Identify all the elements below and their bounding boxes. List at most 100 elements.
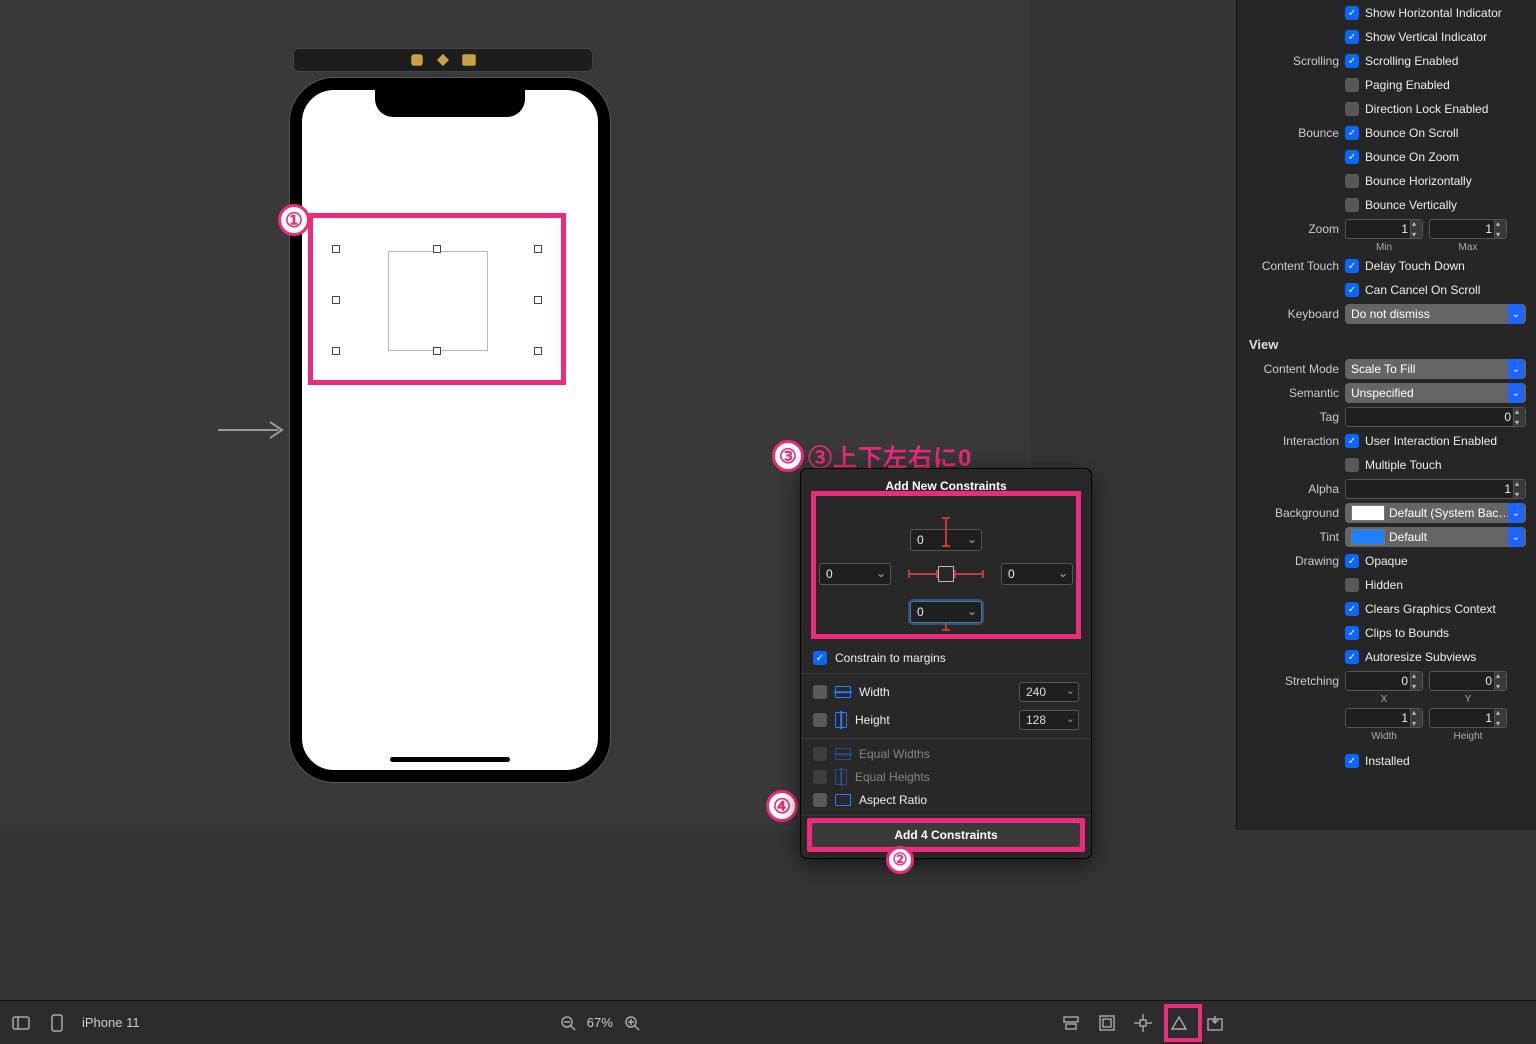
scrolling-enabled-checkbox[interactable]: ✓ <box>1345 54 1359 68</box>
strut-right-icon[interactable] <box>954 573 984 575</box>
height-row[interactable]: Height 128 <box>801 706 1091 734</box>
show-vert-indicator-checkbox[interactable]: ✓ <box>1345 30 1359 44</box>
constraint-right-input[interactable]: 0 <box>1001 563 1073 585</box>
handle-ml[interactable] <box>332 296 340 304</box>
constraint-bottom-input[interactable]: 0 <box>910 601 982 623</box>
bounce-scroll-checkbox[interactable]: ✓ <box>1345 126 1359 140</box>
keyboard-dropdown[interactable]: Do not dismiss⌄ <box>1345 304 1526 324</box>
zoom-max-input[interactable]: 1 <box>1429 219 1507 239</box>
bounce-zoom-checkbox[interactable]: ✓ <box>1345 150 1359 164</box>
stretch-x-sublabel: X <box>1345 694 1423 705</box>
aspect-ratio-row[interactable]: Aspect Ratio <box>801 789 1091 811</box>
multiple-touch-checkbox[interactable] <box>1345 458 1359 472</box>
tint-dropdown[interactable]: Default⌄ <box>1345 527 1526 547</box>
width-label: Width <box>859 685 1011 699</box>
device-name[interactable]: iPhone 11 <box>82 1015 140 1030</box>
zoom-level[interactable]: 67% <box>587 1015 613 1030</box>
selection-handles[interactable] <box>332 245 542 355</box>
equal-widths-label: Equal Widths <box>859 747 1079 761</box>
zoom-controls: 67% <box>557 1012 643 1034</box>
constraint-left-input[interactable]: 0 <box>819 563 891 585</box>
hidden-checkbox[interactable] <box>1345 578 1359 592</box>
constraint-diagram: 0 0 0 0 <box>801 499 1091 649</box>
width-checkbox[interactable] <box>813 685 827 699</box>
zoom-min-input[interactable]: 1 <box>1345 219 1423 239</box>
cancel-scroll-checkbox[interactable]: ✓ <box>1345 283 1359 297</box>
alpha-label: Alpha <box>1247 482 1339 496</box>
zoom-in-icon[interactable] <box>621 1012 643 1034</box>
equal-heights-label: Equal Heights <box>855 770 1079 784</box>
tool-icon-1[interactable] <box>410 53 424 67</box>
embed-in-icon[interactable] <box>1204 1012 1226 1034</box>
constrain-margins-row[interactable]: ✓ Constrain to margins <box>801 649 1091 669</box>
aspect-ratio-checkbox[interactable] <box>813 793 827 807</box>
handle-tc[interactable] <box>433 245 441 253</box>
stretch-h-input[interactable]: 1 <box>1429 708 1507 728</box>
stretch-y-input[interactable]: 0 <box>1429 671 1507 691</box>
opaque-label: Opaque <box>1365 554 1408 568</box>
strut-left-icon[interactable] <box>908 573 938 575</box>
handle-mr[interactable] <box>534 296 542 304</box>
handle-bc[interactable] <box>433 347 441 355</box>
paging-enabled-checkbox[interactable] <box>1345 78 1359 92</box>
embed-tool-icon[interactable] <box>1096 1012 1118 1034</box>
opaque-checkbox[interactable]: ✓ <box>1345 554 1359 568</box>
stretch-x-input[interactable]: 0 <box>1345 671 1423 691</box>
tag-input[interactable]: 0 <box>1345 407 1526 427</box>
separator <box>801 673 1091 674</box>
align-tool-icon[interactable] <box>1060 1012 1082 1034</box>
installed-checkbox[interactable]: ✓ <box>1345 754 1359 768</box>
annotation-badge-1: ① <box>278 204 310 236</box>
view-section-title: View <box>1247 327 1526 356</box>
zoom-min-sublabel: Min <box>1345 242 1423 253</box>
handle-br[interactable] <box>534 347 542 355</box>
tint-label: Tint <box>1247 530 1339 544</box>
tool-icon-2[interactable] <box>436 53 450 67</box>
background-dropdown[interactable]: Default (System Bac…⌄ <box>1345 503 1526 523</box>
height-icon <box>835 712 847 728</box>
alpha-input[interactable]: 1 <box>1345 479 1526 499</box>
handle-tr[interactable] <box>534 245 542 253</box>
height-checkbox[interactable] <box>813 713 827 727</box>
annotation-badge-3: ③ <box>772 440 804 472</box>
interaction-label: Interaction <box>1247 434 1339 448</box>
pin-constraints-icon[interactable] <box>1132 1012 1154 1034</box>
delay-touch-checkbox[interactable]: ✓ <box>1345 259 1359 273</box>
show-horiz-indicator-checkbox[interactable]: ✓ <box>1345 6 1359 20</box>
background-label: Background <box>1247 506 1339 520</box>
multiple-touch-label: Multiple Touch <box>1365 458 1442 472</box>
semantic-dropdown[interactable]: Unspecified⌄ <box>1345 383 1526 403</box>
clears-graphics-checkbox[interactable]: ✓ <box>1345 602 1359 616</box>
canvas-top-toolbar <box>293 48 593 72</box>
content-touch-label: Content Touch <box>1247 259 1339 273</box>
zoom-out-icon[interactable] <box>557 1012 579 1034</box>
background-swatch-icon <box>1351 505 1385 521</box>
tint-swatch-icon <box>1351 529 1385 545</box>
height-value[interactable]: 128 <box>1019 710 1079 730</box>
bounce-vert-checkbox[interactable] <box>1345 198 1359 212</box>
bottom-bar-right <box>1236 1000 1536 1044</box>
device-icon[interactable] <box>46 1012 68 1034</box>
width-icon <box>835 686 851 698</box>
show-horiz-indicator-label: Show Horizontal Indicator <box>1365 6 1502 20</box>
handle-bl[interactable] <box>332 347 340 355</box>
add-constraints-button[interactable]: Add 4 Constraints <box>811 822 1081 848</box>
direction-lock-label: Direction Lock Enabled <box>1365 102 1488 116</box>
attributes-inspector[interactable]: ✓Show Horizontal Indicator ✓Show Vertica… <box>1236 0 1536 830</box>
clips-bounds-checkbox[interactable]: ✓ <box>1345 626 1359 640</box>
handle-tl[interactable] <box>332 245 340 253</box>
constrain-margins-checkbox[interactable]: ✓ <box>813 651 827 665</box>
user-interaction-checkbox[interactable]: ✓ <box>1345 434 1359 448</box>
strut-top-icon[interactable] <box>945 517 947 547</box>
width-value[interactable]: 240 <box>1019 682 1079 702</box>
bounce-horiz-checkbox[interactable] <box>1345 174 1359 188</box>
width-row[interactable]: Width 240 <box>801 678 1091 706</box>
stretch-w-input[interactable]: 1 <box>1345 708 1423 728</box>
panel-toggle-icon[interactable] <box>10 1012 32 1034</box>
tool-icon-3[interactable] <box>462 53 476 67</box>
direction-lock-checkbox[interactable] <box>1345 102 1359 116</box>
content-mode-dropdown[interactable]: Scale To Fill⌄ <box>1345 359 1526 379</box>
add-constraints-popover: Add New Constraints 0 0 0 0 ✓ Constrain … <box>800 468 1092 859</box>
bounce-horiz-label: Bounce Horizontally <box>1365 174 1472 188</box>
autoresize-checkbox[interactable]: ✓ <box>1345 650 1359 664</box>
